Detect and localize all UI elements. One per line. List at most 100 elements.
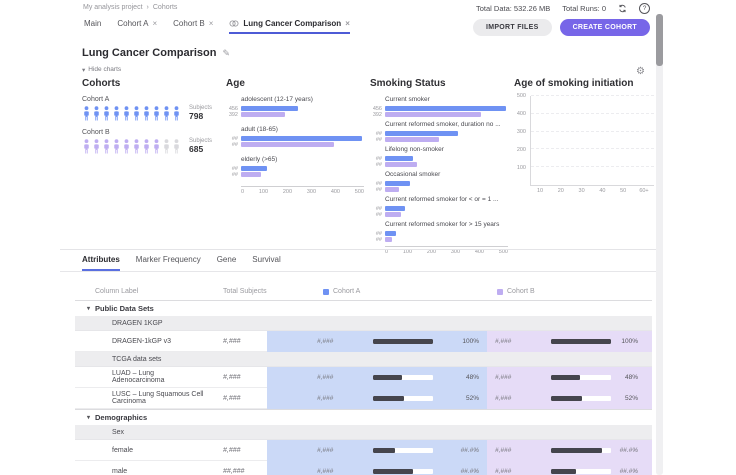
subtab-gene[interactable]: Gene (217, 255, 237, 271)
bar-cohort-a (385, 156, 413, 161)
bar-category-label: Current reformed smoker, duration no ... (385, 121, 508, 129)
row-total-subjects: #,### (205, 367, 267, 388)
cell-value: #,### (317, 395, 373, 402)
initiation-chart: 100200300400500 (514, 96, 654, 186)
axis-tick-label: 40 (596, 188, 608, 194)
cell-bar-fill (551, 448, 602, 453)
cohort-b-header-label: Cohort B (507, 288, 535, 295)
smoking-chart: 456392Current smoker####Current reformed… (370, 96, 508, 255)
bar-group-occasional-smoker: ####Occasional smoker (370, 171, 508, 193)
tab-cohort-b[interactable]: Cohort B × (173, 19, 213, 32)
create-cohort-button[interactable]: CREATE COHORT (560, 19, 650, 36)
bar-value-labels: 456392 (226, 96, 241, 118)
help-icon[interactable]: ? (639, 3, 650, 14)
table-row-dragen-1kgp-v3[interactable]: DRAGEN-1kGP v3#,####,###100%#,###100% (75, 331, 652, 352)
cell-percent: 52% (611, 395, 646, 402)
cell-bar-fill (551, 396, 582, 401)
bar-cohort-a (385, 206, 405, 211)
bar-cohort-a (241, 106, 298, 111)
close-icon[interactable]: × (152, 19, 157, 28)
bar-cohort-a (241, 166, 267, 171)
cohort-a-cell: #,###52% (267, 388, 487, 409)
bar-value-labels: #### (370, 196, 385, 218)
tab-lung-cancer-comparison[interactable]: Lung Cancer Comparison× (229, 19, 349, 34)
refresh-icon[interactable] (618, 4, 627, 13)
chart-settings-gear-icon[interactable]: ⚙ (636, 66, 645, 77)
bar-value-labels: #### (370, 171, 385, 193)
row-total-subjects: #,### (205, 388, 267, 409)
tab-label: Main (84, 19, 101, 28)
close-icon[interactable]: × (209, 19, 214, 28)
cohort-a-cell: #,#####.#% (267, 461, 487, 475)
table-row-female[interactable]: female#,####,#####.#%#,#####.#% (75, 440, 652, 461)
tab-main[interactable]: Main (84, 19, 101, 32)
bar-value-label: ## (232, 142, 238, 148)
axis-tick-label: 500 (355, 189, 364, 195)
bar-value-label: ## (376, 212, 382, 218)
smoking-status-chart-panel: Smoking Status 456392Current smoker####C… (370, 78, 508, 255)
subtab-survival[interactable]: Survival (252, 255, 280, 271)
person-icon (82, 106, 91, 121)
hide-charts-label: Hide charts (88, 66, 121, 74)
subgroup-label: Sex (112, 429, 124, 436)
scrollbar[interactable] (656, 14, 663, 475)
tab-cohort-a[interactable]: Cohort A× (117, 19, 157, 32)
cell-bar-fill (551, 339, 611, 344)
bar-value-label: ## (376, 237, 382, 243)
subtab-bar: Attributes Marker Frequency Gene Survival (60, 255, 656, 272)
cohort-row: Subjects798 (82, 105, 232, 121)
breadcrumb-project[interactable]: My analysis project (83, 4, 143, 11)
person-icon (132, 106, 141, 121)
cohort-name: Cohort A (82, 96, 232, 103)
axis-tick-label: 100 (259, 189, 268, 195)
caret-down-icon: ▾ (87, 305, 90, 312)
breadcrumb-section: Cohorts (153, 4, 178, 11)
cell-bar-fill (373, 396, 404, 401)
bar-cohort-a (385, 181, 410, 186)
subjects-count: 685 (189, 144, 212, 154)
bar-cohort-a (385, 131, 458, 136)
person-icon (92, 139, 101, 154)
edit-title-pencil-icon[interactable]: ✎ (222, 48, 230, 59)
table-row-luad-lung-adenocarcinoma[interactable]: LUAD – Lung Adenocarcinoma#,####,###48%#… (75, 367, 652, 388)
bar-group-current-smoker: 456392Current smoker (370, 96, 508, 118)
row-total-subjects: #,### (205, 440, 267, 461)
cell-percent: 48% (433, 374, 487, 381)
table-header: Column Label Total Subjects Cohort A Coh… (75, 283, 652, 300)
cell-percent: ##.#% (611, 447, 646, 454)
bar-cohort-a (385, 106, 506, 111)
subtab-marker-frequency[interactable]: Marker Frequency (136, 255, 201, 271)
cohort-a-cell: #,###100% (267, 331, 487, 352)
bar-category-label: Occasional smoker (385, 171, 508, 179)
subtab-attributes[interactable]: Attributes (82, 255, 120, 271)
age-chart-title: Age (226, 78, 364, 90)
table-group-row-demographics[interactable]: ▾Demographics (75, 409, 652, 425)
cell-bar-track (373, 339, 433, 344)
cell-value: #,### (495, 374, 551, 381)
table-row-lusc-lung-squamous-cell-carcinoma[interactable]: LUSC – Lung Squamous Cell Carcinoma#,###… (75, 388, 652, 409)
tab-label: Cohort B (173, 19, 205, 28)
bar-value-labels: #### (226, 156, 241, 178)
bar-group-body: Current smoker (385, 96, 508, 118)
cell-percent: 48% (611, 374, 646, 381)
bar-value-label: ## (232, 172, 238, 178)
scrollbar-thumb[interactable] (656, 14, 663, 66)
subtabs: Attributes Marker Frequency Gene Survival (82, 255, 656, 271)
axis-tick-label: 50 (617, 188, 629, 194)
bar-group-lifelong-non-smoker: ####Lifelong non-smoker (370, 146, 508, 168)
hide-charts-toggle[interactable]: ▾ Hide charts (82, 66, 121, 74)
cell-bar-fill (373, 469, 413, 474)
age-chart: 456392adolescent (12-17 years)####adult … (226, 96, 364, 195)
cell-bar-fill (373, 375, 402, 380)
import-files-button[interactable]: IMPORT FILES (473, 19, 552, 36)
table-row-male[interactable]: male##,####,#####.#%#,#####.#% (75, 461, 652, 475)
close-icon[interactable]: × (345, 19, 350, 28)
table-group-row-public-data-sets[interactable]: ▾Public Data Sets (75, 300, 652, 316)
page-title-row: Lung Cancer Comparison ✎ (82, 47, 230, 59)
bar-cohort-b (241, 112, 285, 117)
person-icon (162, 139, 171, 154)
person-icon (92, 106, 101, 121)
axis-tick-label: 300 (517, 129, 526, 135)
cell-percent: 100% (433, 338, 487, 345)
cohort-a-header: Cohort A (267, 283, 487, 300)
